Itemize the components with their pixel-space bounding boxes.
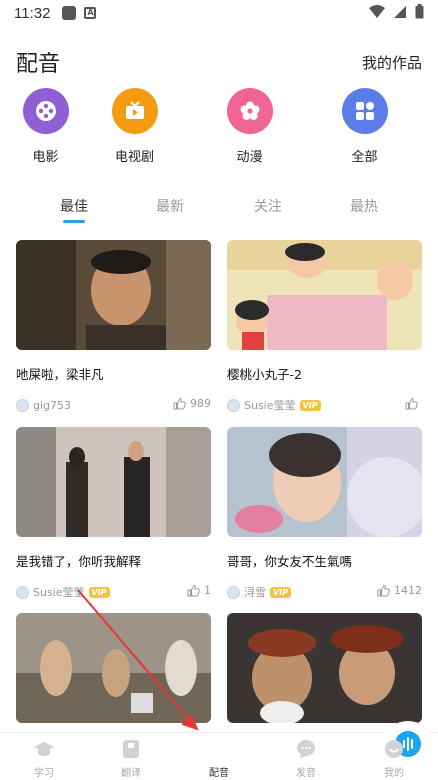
status-bar: 11:32 A <box>0 0 438 26</box>
video-thumbnail[interactable] <box>227 613 422 723</box>
tab-following[interactable]: 关注 <box>238 196 298 216</box>
bottom-tab-bar: 学习 翻译 配音 发音 我的 <box>0 721 438 780</box>
tab-label: 最热 <box>350 199 378 215</box>
video-thumbnail[interactable] <box>227 427 422 537</box>
video-thumbnail[interactable] <box>227 240 422 350</box>
video-meta: 浔雪 VIP 1412 <box>227 584 422 600</box>
like-control[interactable]: 989 <box>173 397 211 410</box>
tv-icon <box>111 88 158 134</box>
tab-label: 关注 <box>254 199 282 215</box>
tab-dubbing[interactable]: 配音 <box>189 721 435 779</box>
tab-hottest[interactable]: 最热 <box>334 196 394 216</box>
tab-label: 我的 <box>384 768 404 779</box>
book-icon <box>123 740 139 758</box>
category-label: 电影 <box>32 150 59 165</box>
vip-badge: VIP <box>299 399 321 411</box>
sort-tabs: 最佳 最新 关注 最热 <box>0 196 438 230</box>
video-meta: Susie莹莹 VIP <box>227 397 422 413</box>
video-meta: gig753 989 <box>16 397 211 413</box>
graduation-cap-icon <box>34 742 54 756</box>
category-all[interactable]: 全部 <box>307 88 422 165</box>
like-control[interactable]: 1 <box>187 584 211 597</box>
tab-best[interactable]: 最佳 <box>44 196 104 223</box>
video-card[interactable]: 是我错了，你听我解释 Susie莹莹 VIP 1 <box>16 427 211 600</box>
author-name: gig753 <box>33 398 72 412</box>
grid-icon <box>341 88 388 134</box>
category-label: 电视剧 <box>114 150 154 165</box>
video-thumbnail[interactable] <box>16 240 211 350</box>
video-thumbnail[interactable] <box>16 427 211 537</box>
vip-badge: VIP <box>88 586 110 598</box>
video-thumbnail[interactable] <box>16 613 211 723</box>
author-name: 浔雪 <box>244 586 266 599</box>
profile-face-icon <box>385 740 403 758</box>
tab-me[interactable]: 我的 <box>364 739 424 779</box>
tab-label: 学习 <box>34 768 54 779</box>
category-anime[interactable]: 动漫 <box>192 88 307 165</box>
category-tv[interactable]: 电视剧 <box>77 88 192 165</box>
battery-icon <box>415 4 424 19</box>
category-row: 电影 电视剧 动漫 全部 <box>0 88 438 165</box>
like-count: 989 <box>190 397 211 410</box>
video-title: 哥哥，你女友不生氣嗎 <box>227 554 353 569</box>
my-works-link[interactable]: 我的作品 <box>362 52 422 73</box>
tab-label: 翻译 <box>121 768 141 779</box>
video-title: 樱桃小丸子-2 <box>227 367 302 382</box>
flower-icon <box>226 88 273 134</box>
film-reel-icon <box>22 88 69 134</box>
tab-label: 配音 <box>209 768 229 779</box>
author-name: Susie莹莹 <box>244 399 296 412</box>
vip-badge: VIP <box>270 586 292 598</box>
tab-label: 最新 <box>156 199 184 215</box>
tab-active-indicator <box>63 220 85 223</box>
chat-bubble-icon <box>297 740 315 758</box>
video-card[interactable]: 哥哥，你女友不生氣嗎 浔雪 VIP 1412 <box>227 427 422 600</box>
author-name: Susie莹莹 <box>33 586 85 599</box>
category-movie[interactable]: 电影 <box>14 88 77 165</box>
category-label: 动漫 <box>236 150 263 165</box>
like-count: 1 <box>204 584 211 597</box>
app-notification-icon: A <box>84 7 97 19</box>
video-card[interactable]: 吔屎啦，梁非凡 gig753 989 <box>16 240 211 413</box>
tab-pronunciation[interactable]: 发音 <box>276 739 336 779</box>
tab-learn[interactable]: 学习 <box>14 739 74 779</box>
video-title: 是我错了，你听我解释 <box>16 554 142 569</box>
video-title: 吔屎啦，梁非凡 <box>16 367 104 382</box>
avatar <box>227 398 240 412</box>
avatar <box>16 585 29 599</box>
video-card[interactable] <box>16 613 211 723</box>
tab-translate[interactable]: 翻译 <box>101 739 161 779</box>
cellular-icon <box>394 5 406 18</box>
avatar <box>16 398 29 412</box>
like-count: 1412 <box>394 584 422 597</box>
notification-icon <box>62 6 77 20</box>
thumbs-up-icon <box>173 397 186 410</box>
like-control[interactable]: 1412 <box>377 584 422 597</box>
tab-label: 发音 <box>296 768 316 779</box>
category-label: 全部 <box>351 150 378 165</box>
page-title: 配音 <box>16 52 61 77</box>
thumbs-up-icon <box>377 584 390 597</box>
tab-newest[interactable]: 最新 <box>140 196 200 216</box>
wifi-icon <box>369 4 385 18</box>
video-meta: Susie莹莹 VIP 1 <box>16 584 211 600</box>
avatar <box>227 585 240 599</box>
video-card[interactable]: 樱桃小丸子-2 Susie莹莹 VIP <box>227 240 422 413</box>
page-header: 配音 我的作品 <box>16 46 422 78</box>
thumbs-up-icon <box>187 584 200 597</box>
thumbs-up-icon <box>405 397 418 410</box>
like-control[interactable] <box>405 397 422 410</box>
status-time: 11:32 <box>14 4 51 22</box>
video-card[interactable] <box>227 613 422 723</box>
tab-label: 最佳 <box>60 199 88 215</box>
